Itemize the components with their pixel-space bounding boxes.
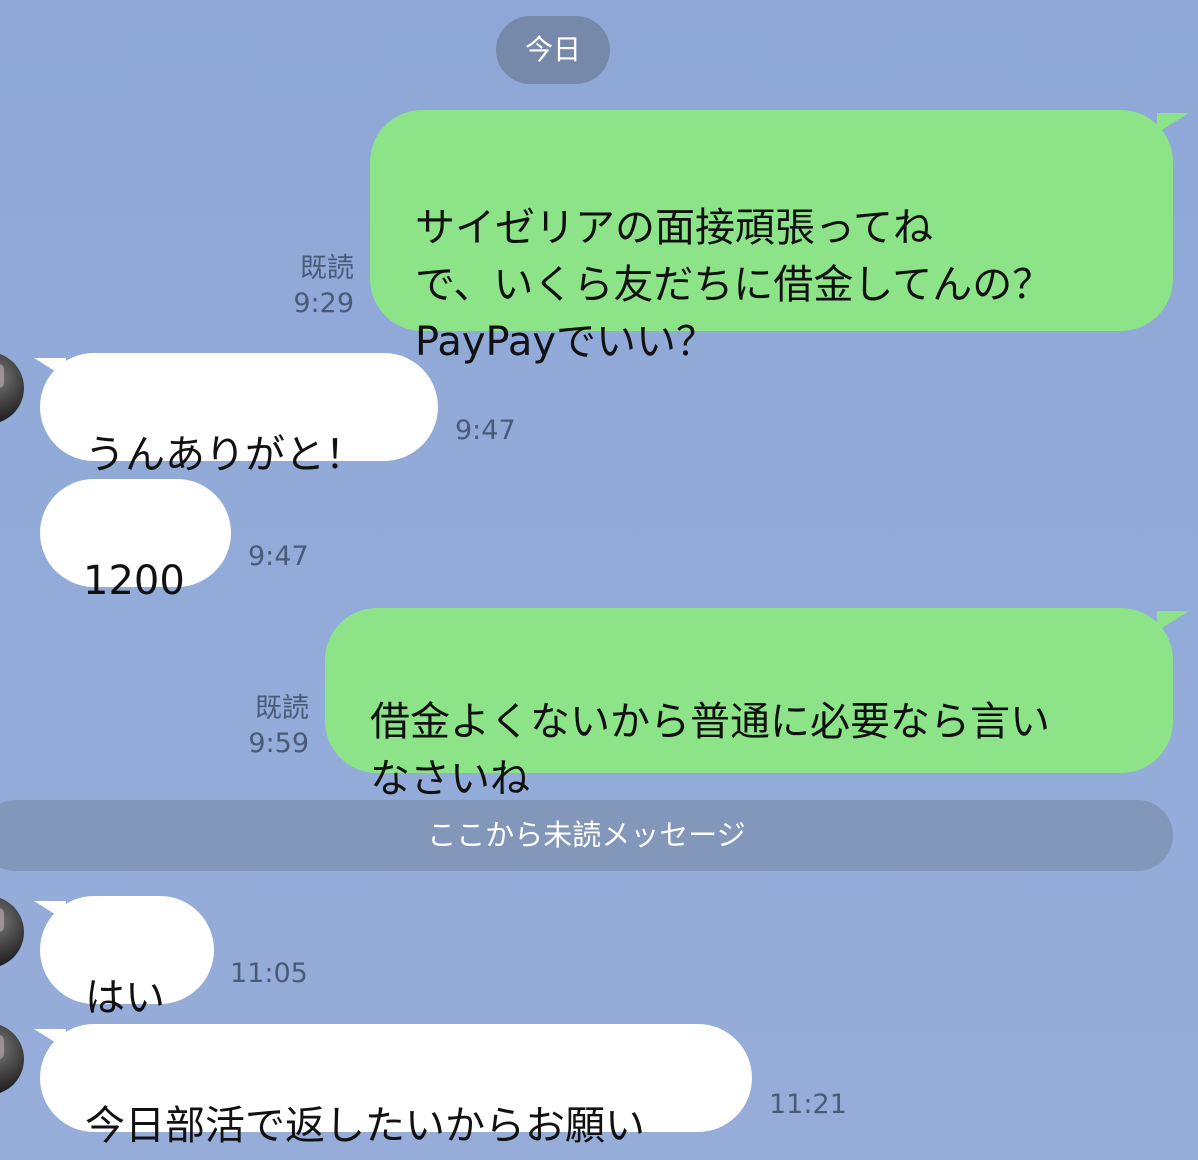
received-message-bubble[interactable]: はい <box>40 896 214 1021</box>
received-message-bubble[interactable]: 1200 <box>40 479 231 604</box>
unread-separator: ここから未読メッセージ <box>0 800 1173 871</box>
bubble-tail <box>34 1029 66 1049</box>
message-text: 今日部活で返したいからお願い <box>85 1103 645 1149</box>
sent-message-bubble[interactable]: 借金よくないから普通に必要なら言い なさいね <box>325 608 1173 802</box>
bubble-tail <box>1157 611 1189 631</box>
bubble-tail <box>34 901 66 921</box>
chat-view: 今日 既読 9:29 サイゼリアの面接頑張ってね で、いくら友だちに借金してんの… <box>0 0 1198 1160</box>
read-receipt: 既読 <box>300 253 354 284</box>
message-time: 9:47 <box>248 541 309 572</box>
message-time: 9:29 <box>293 288 354 319</box>
message-time: 9:59 <box>248 728 309 759</box>
sent-message-bubble[interactable]: サイゼリアの面接頑張ってね で、いくら友だちに借金してんの？ PayPayでいい… <box>370 110 1173 365</box>
message-text: 借金よくないから普通に必要なら言い なさいね <box>370 699 1050 802</box>
bubble-tail <box>1157 113 1189 133</box>
contact-avatar[interactable] <box>0 1023 24 1095</box>
message-time: 9:47 <box>455 415 516 446</box>
contact-avatar[interactable] <box>0 352 24 424</box>
message-text: うんありがと！ <box>85 432 365 478</box>
message-time: 11:05 <box>230 958 308 989</box>
contact-avatar[interactable] <box>0 896 24 968</box>
message-text: サイゼリアの面接頑張ってね で、いくら友だちに借金してんの？ PayPayでいい… <box>415 205 1053 365</box>
message-text: はい <box>85 975 165 1021</box>
date-separator: 今日 <box>496 16 610 84</box>
received-message-bubble[interactable]: うんありがと！ <box>40 353 438 478</box>
received-message-bubble[interactable]: 今日部活で返したいからお願い <box>40 1024 752 1149</box>
read-receipt: 既読 <box>255 693 309 724</box>
bubble-tail <box>34 358 66 378</box>
message-text: 1200 <box>83 558 185 604</box>
message-time: 11:21 <box>769 1089 847 1120</box>
